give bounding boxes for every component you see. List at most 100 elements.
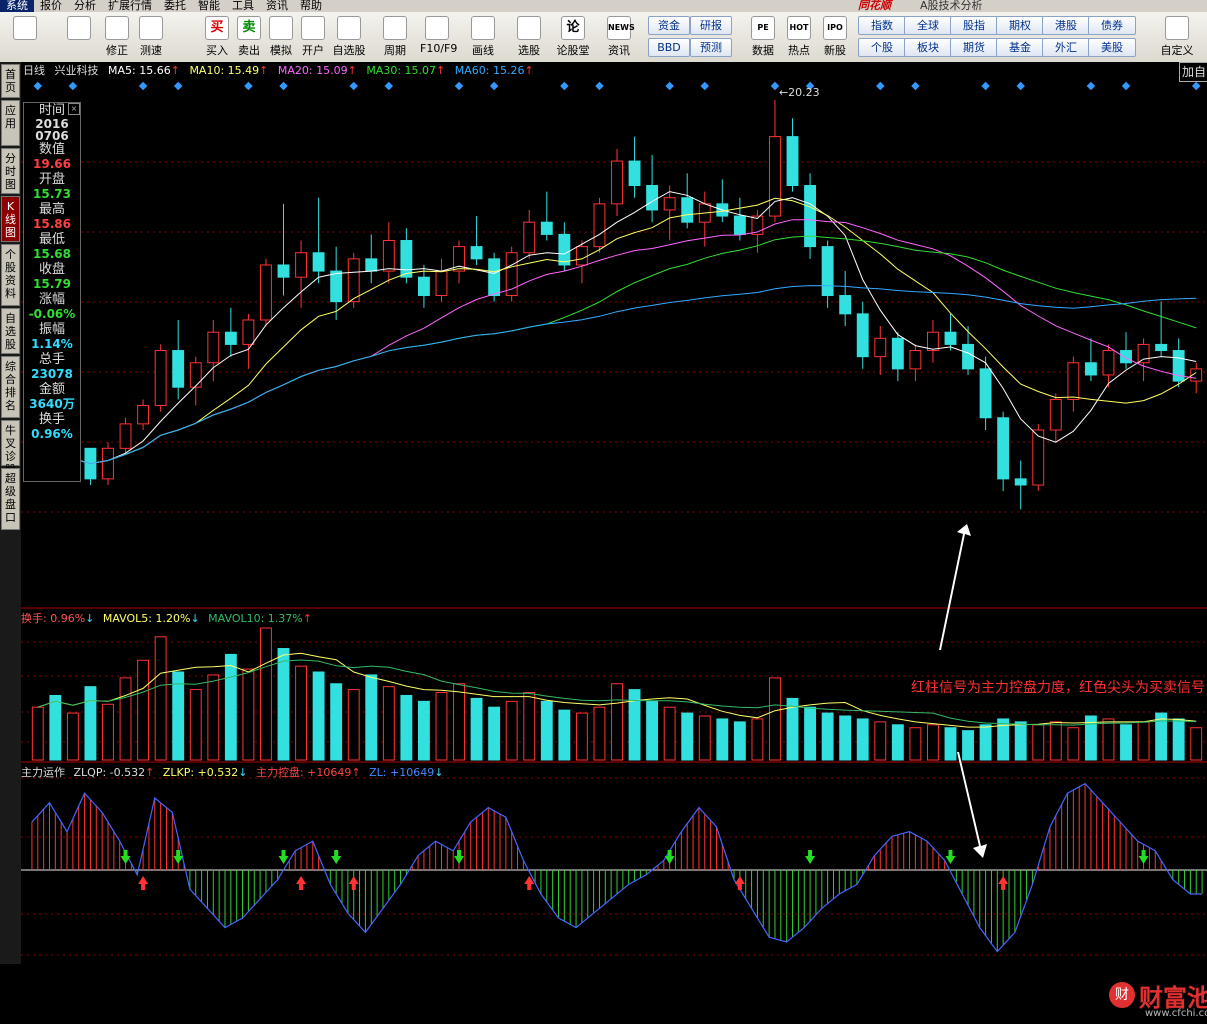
quick-button[interactable]: 资金	[648, 16, 690, 35]
candle[interactable]	[260, 258, 272, 327]
nav-tab[interactable]: 综合排名	[1, 356, 20, 418]
watchlist-button[interactable]: 自选股	[332, 16, 366, 60]
candle[interactable]	[593, 197, 606, 253]
candle[interactable]	[1067, 356, 1080, 412]
candle[interactable]	[277, 203, 290, 296]
quick-button[interactable]: 基金	[996, 38, 1044, 57]
candle[interactable]	[470, 216, 483, 265]
quick-button[interactable]: 指数	[858, 16, 906, 35]
candle[interactable]	[856, 301, 869, 369]
candle[interactable]	[786, 118, 799, 192]
quick-button[interactable]: 板块	[904, 38, 952, 57]
menu-item[interactable]: 分析	[68, 0, 102, 12]
modify-button[interactable]: 修正	[100, 16, 134, 60]
quick-button[interactable]: 港股	[1042, 16, 1090, 35]
candle[interactable]	[646, 154, 659, 223]
candle[interactable]	[558, 222, 571, 272]
candle[interactable]	[839, 271, 852, 327]
candle[interactable]	[453, 240, 465, 284]
candle[interactable]	[382, 222, 395, 284]
quick-button[interactable]: 期货	[950, 38, 998, 57]
nav-tab[interactable]: 超级盘口	[1, 468, 20, 530]
candle[interactable]	[224, 307, 237, 357]
candle[interactable]	[1032, 423, 1045, 492]
candle[interactable]	[312, 197, 325, 284]
layout-icon[interactable]	[8, 16, 42, 60]
candle[interactable]	[575, 240, 588, 284]
candle[interactable]	[1049, 393, 1062, 443]
menu-item[interactable]: 委托	[158, 0, 192, 12]
menu-item[interactable]: 工具	[226, 0, 260, 12]
candle[interactable]	[944, 313, 957, 351]
candle[interactable]	[769, 99, 781, 223]
candle[interactable]	[1084, 338, 1097, 382]
nav-tab[interactable]: 分时图	[1, 148, 20, 194]
candle[interactable]	[189, 356, 202, 406]
candle[interactable]	[821, 240, 834, 308]
chart-canvas[interactable]: ←20.23	[21, 62, 1207, 964]
candle[interactable]	[804, 173, 817, 259]
forum-button[interactable]: 论论股堂	[556, 16, 590, 60]
quick-button[interactable]: 全球	[904, 16, 952, 35]
candle[interactable]	[1172, 338, 1185, 388]
quick-button[interactable]: 债券	[1088, 16, 1136, 35]
candle[interactable]	[1155, 301, 1168, 357]
news-button[interactable]: NEWS 资讯	[602, 16, 636, 60]
candle[interactable]	[119, 417, 132, 455]
draw-line-button[interactable]: 画线	[466, 16, 500, 60]
candle[interactable]	[523, 209, 536, 259]
quick-button[interactable]: 外汇	[1042, 38, 1090, 57]
customize-button[interactable]: 自定义	[1160, 16, 1194, 60]
candle[interactable]	[172, 319, 185, 400]
close-icon[interactable]: ×	[68, 103, 80, 115]
speed-test-button[interactable]: 测速	[134, 16, 168, 60]
candle[interactable]	[137, 399, 150, 430]
candle[interactable]	[505, 246, 518, 302]
hot-button[interactable]: HOT 热点	[782, 16, 816, 60]
stock-select-button[interactable]: 选股	[512, 16, 546, 60]
candle[interactable]	[628, 136, 641, 198]
candle[interactable]	[1014, 460, 1027, 510]
quick-button[interactable]: 美股	[1088, 38, 1136, 57]
candle[interactable]	[909, 344, 922, 382]
menu-item[interactable]: 资讯	[260, 0, 294, 12]
candle[interactable]	[435, 258, 448, 302]
nav-tab[interactable]: 个股资料	[1, 244, 20, 306]
add-watchlist-button[interactable]: 加自	[1179, 62, 1207, 82]
quick-button[interactable]: 个股	[858, 38, 906, 57]
nav-tab[interactable]: K线图	[1, 196, 20, 242]
data-button[interactable]: PE 数据	[746, 16, 780, 60]
nav-tab[interactable]: 应用	[1, 100, 20, 146]
f10-button[interactable]: F10/F9	[420, 16, 457, 60]
candle[interactable]	[242, 313, 255, 369]
quick-button[interactable]: 研报	[690, 16, 732, 35]
candle[interactable]	[102, 442, 114, 485]
candle[interactable]	[874, 326, 887, 375]
new-stock-button[interactable]: IPO 新股	[818, 16, 852, 60]
candle[interactable]	[347, 252, 360, 308]
menu-item[interactable]: 扩展行情	[102, 0, 158, 12]
menu-item[interactable]: 智能	[192, 0, 226, 12]
quick-button[interactable]: 预测	[690, 38, 732, 57]
candle[interactable]	[997, 411, 1010, 492]
candle[interactable]	[926, 319, 939, 363]
candle[interactable]	[681, 173, 694, 229]
candle[interactable]	[154, 344, 167, 412]
buy-button[interactable]: 买买入	[200, 16, 234, 60]
candle[interactable]	[1120, 332, 1132, 369]
candle[interactable]	[611, 148, 623, 217]
quick-button[interactable]: 股指	[950, 16, 998, 35]
period-button[interactable]: 周期	[378, 16, 412, 60]
quick-button[interactable]: 期权	[996, 16, 1044, 35]
menu-item[interactable]: 报价	[34, 0, 68, 12]
candle[interactable]	[84, 447, 97, 485]
candle[interactable]	[295, 240, 308, 308]
nav-tab[interactable]: 自选股	[1, 308, 20, 354]
simulate-button[interactable]: 模拟	[264, 16, 298, 60]
menu-item[interactable]: 帮助	[294, 0, 328, 12]
nav-tab[interactable]: 首页	[1, 64, 20, 98]
quick-button[interactable]: BBD	[648, 38, 690, 57]
nav-tab[interactable]: 牛叉诊股	[1, 420, 20, 476]
candle[interactable]	[891, 332, 904, 382]
candle[interactable]	[716, 179, 729, 223]
